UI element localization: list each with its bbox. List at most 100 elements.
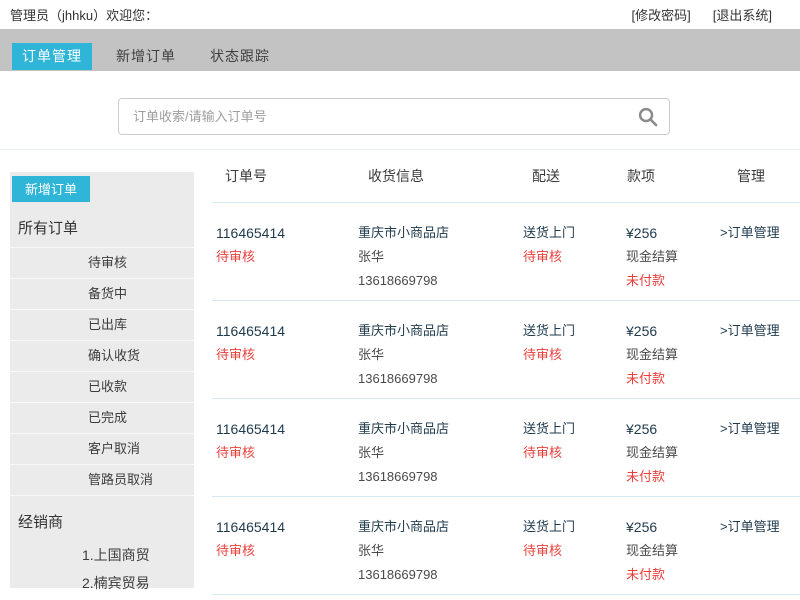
delivery-method: 送货上门 [523,417,624,441]
receiver-store: 重庆市小商品店 [358,417,523,441]
order-number: 116465414 [216,515,358,539]
tab-order-management[interactable]: 订单管理 [12,43,92,70]
payment-status: 未付款 [626,269,720,293]
sidebar-item-shipped[interactable]: 已出库 [10,309,194,340]
header-order-number: 订单号 [212,166,358,186]
receiver-name: 张华 [358,245,523,269]
cell-payment: ¥256 现金结算 未付款 [624,417,720,496]
sidebar: 新增订单 所有订单 待审核 备货中 已出库 确认收货 已收款 已完成 客户取消 … [10,172,194,588]
tab-new-order[interactable]: 新增订单 [106,43,186,70]
receiver-name: 张华 [358,441,523,465]
cell-delivery: 送货上门 待审核 [523,221,624,300]
manage-order-link[interactable]: >订单管理 [720,319,800,343]
table-row: 116465414 待审核 重庆市小商品店 张华 13618669798 送货上… [212,301,800,399]
sidebar-item-preparing[interactable]: 备货中 [10,278,194,309]
delivery-status: 待审核 [523,245,624,269]
table-header-row: 订单号 收货信息 配送 款项 管理 [212,150,800,203]
cell-delivery: 送货上门 待审核 [523,417,624,496]
tab-status-tracking[interactable]: 状态跟踪 [200,43,280,70]
manage-order-link[interactable]: >订单管理 [720,417,800,441]
cell-order-number: 116465414 待审核 [212,417,358,496]
order-admin-screen: 管理员（jhhku）欢迎您： [修改密码] [退出系统] 订单管理 新增订单 状… [0,0,800,600]
search-section [0,71,800,150]
order-number: 116465414 [216,319,358,343]
header-receiver-info: 收货信息 [358,166,523,186]
receiver-phone: 13618669798 [358,563,523,587]
sidebar-item-pending-review[interactable]: 待审核 [10,247,194,278]
logout-link[interactable]: [退出系统] [713,5,772,24]
cell-order-number: 116465414 待审核 [212,515,358,594]
sidebar-item-customer-cancelled[interactable]: 客户取消 [10,433,194,464]
cell-receiver-info: 重庆市小商品店 张华 13618669798 [358,417,523,496]
manage-order-link[interactable]: >订单管理 [720,515,800,539]
search-input[interactable] [120,100,613,133]
search-box [118,98,670,135]
sidebar-item-dealer-2[interactable]: 2.楠宾贸易 [10,569,194,597]
cell-manage: >订单管理 [720,417,800,496]
header-delivery: 配送 [523,166,624,186]
order-status: 待审核 [216,539,358,563]
cell-receiver-info: 重庆市小商品店 张华 13618669798 [358,515,523,594]
payment-status: 未付款 [626,367,720,391]
topbar-links: [修改密码] [退出系统] [632,5,790,24]
payment-method: 现金结算 [626,441,720,465]
payment-status: 未付款 [626,465,720,489]
header-manage: 管理 [720,166,800,186]
payment-method: 现金结算 [626,539,720,563]
receiver-store: 重庆市小商品店 [358,319,523,343]
tabbar: 订单管理 新增订单 状态跟踪 [0,29,800,71]
topbar: 管理员（jhhku）欢迎您： [修改密码] [退出系统] [0,0,800,29]
cell-delivery: 送货上门 待审核 [523,319,624,398]
welcome-text: 管理员（jhhku）欢迎您： [10,5,158,24]
payment-method: 现金结算 [626,343,720,367]
dealer-list: 1.上国商贸 2.楠宾贸易 [10,541,194,597]
order-status: 待审核 [216,343,358,367]
receiver-phone: 13618669798 [358,465,523,489]
delivery-method: 送货上门 [523,319,624,343]
receiver-store: 重庆市小商品店 [358,221,523,245]
receiver-name: 张华 [358,539,523,563]
order-table: 订单号 收货信息 配送 款项 管理 116465414 待审核 重庆市小商品店 … [212,150,800,600]
sidebar-heading-dealers: 经销商 [18,511,194,532]
cell-payment: ¥256 现金结算 未付款 [624,221,720,300]
payment-amount: ¥256 [626,515,720,539]
order-number: 116465414 [216,221,358,245]
new-order-button[interactable]: 新增订单 [12,176,90,202]
cell-manage: >订单管理 [720,221,800,300]
cell-receiver-info: 重庆市小商品店 张华 13618669798 [358,221,523,300]
cell-order-number: 116465414 待审核 [212,319,358,398]
cell-manage: >订单管理 [720,515,800,594]
sidebar-heading-all-orders: 所有订单 [18,217,194,238]
sidebar-item-confirm-receipt[interactable]: 确认收货 [10,340,194,371]
table-row: 116465414 待审核 重庆市小商品店 张华 13618669798 送货上… [212,399,800,497]
sidebar-item-admin-cancelled[interactable]: 管路员取消 [10,464,194,496]
order-status-list: 待审核 备货中 已出库 确认收货 已收款 已完成 客户取消 管路员取消 [10,247,194,496]
cell-delivery: 送货上门 待审核 [523,515,624,594]
receiver-store: 重庆市小商品店 [358,515,523,539]
delivery-status: 待审核 [523,539,624,563]
delivery-method: 送货上门 [523,221,624,245]
delivery-status: 待审核 [523,343,624,367]
receiver-phone: 13618669798 [358,367,523,391]
delivery-method: 送货上门 [523,515,624,539]
table-body: 116465414 待审核 重庆市小商品店 张华 13618669798 送货上… [212,203,800,595]
cell-order-number: 116465414 待审核 [212,221,358,300]
order-status: 待审核 [216,441,358,465]
payment-status: 未付款 [626,563,720,587]
manage-order-link[interactable]: >订单管理 [720,221,800,245]
table-row: 116465414 待审核 重庆市小商品店 张华 13618669798 送货上… [212,203,800,301]
payment-amount: ¥256 [626,319,720,343]
receiver-name: 张华 [358,343,523,367]
table-row: 116465414 待审核 重庆市小商品店 张华 13618669798 送货上… [212,497,800,595]
change-password-link[interactable]: [修改密码] [632,5,691,24]
sidebar-item-paid[interactable]: 已收款 [10,371,194,402]
search-icon[interactable] [636,105,659,128]
cell-payment: ¥256 现金结算 未付款 [624,319,720,398]
sidebar-item-dealer-1[interactable]: 1.上国商贸 [10,541,194,569]
cell-payment: ¥256 现金结算 未付款 [624,515,720,594]
sidebar-item-completed[interactable]: 已完成 [10,402,194,433]
order-status: 待审核 [216,245,358,269]
receiver-phone: 13618669798 [358,269,523,293]
header-payment: 款项 [624,166,720,186]
payment-method: 现金结算 [626,245,720,269]
